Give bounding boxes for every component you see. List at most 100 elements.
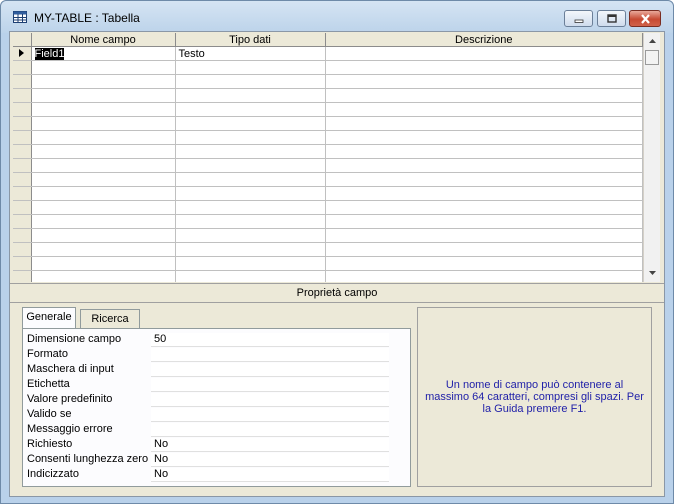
field-name-cell[interactable]: Field1 (31, 46, 176, 61)
row-selector[interactable] (13, 88, 32, 103)
table-row[interactable] (13, 186, 643, 201)
row-selector[interactable] (13, 200, 32, 215)
property-value-field[interactable] (151, 378, 389, 392)
property-value-field[interactable] (151, 393, 389, 407)
field-name-cell[interactable] (31, 158, 176, 173)
data-type-cell[interactable] (175, 102, 326, 117)
row-selector[interactable] (13, 46, 32, 61)
field-name-cell[interactable] (31, 60, 176, 75)
close-button[interactable] (629, 10, 661, 27)
description-cell[interactable] (325, 130, 643, 145)
description-cell[interactable] (325, 102, 643, 117)
row-selector[interactable] (13, 256, 32, 271)
description-cell[interactable] (325, 60, 643, 75)
table-row[interactable] (13, 172, 643, 187)
data-type-cell[interactable] (175, 74, 326, 89)
scroll-down-button[interactable] (644, 265, 660, 281)
description-cell[interactable] (325, 200, 643, 215)
table-row[interactable] (13, 214, 643, 229)
property-value-field[interactable]: 50 (151, 333, 389, 347)
column-header-field-name[interactable]: Nome campo (31, 33, 176, 47)
grid-vertical-scrollbar[interactable] (643, 33, 660, 282)
property-value-field[interactable] (151, 363, 389, 377)
data-type-cell[interactable] (175, 228, 326, 243)
field-name-cell[interactable] (31, 144, 176, 159)
table-row[interactable] (13, 144, 643, 159)
data-type-cell[interactable] (175, 214, 326, 229)
description-cell[interactable] (325, 116, 643, 131)
minimize-button[interactable] (564, 10, 593, 27)
description-cell[interactable] (325, 74, 643, 89)
data-type-cell[interactable] (175, 242, 326, 257)
data-type-cell[interactable] (175, 172, 326, 187)
description-cell[interactable] (325, 158, 643, 173)
table-row[interactable]: Field1 Testo (13, 46, 643, 61)
description-cell[interactable] (325, 228, 643, 243)
field-name-cell[interactable] (31, 102, 176, 117)
field-name-cell[interactable] (31, 200, 176, 215)
row-selector[interactable] (13, 74, 32, 89)
table-row[interactable] (13, 256, 643, 271)
table-row[interactable] (13, 200, 643, 215)
column-header-description[interactable]: Descrizione (325, 33, 643, 47)
data-type-cell[interactable] (175, 186, 326, 201)
data-type-cell[interactable] (175, 270, 326, 282)
field-name-cell[interactable] (31, 88, 176, 103)
table-row[interactable] (13, 228, 643, 243)
description-cell[interactable] (325, 144, 643, 159)
data-type-cell[interactable] (175, 144, 326, 159)
field-name-cell[interactable] (31, 116, 176, 131)
row-selector[interactable] (13, 186, 32, 201)
row-selector[interactable] (13, 270, 32, 282)
data-type-cell[interactable]: Testo (175, 46, 326, 61)
property-value-field[interactable]: No (151, 453, 389, 467)
description-cell[interactable] (325, 256, 643, 271)
scroll-thumb[interactable] (645, 50, 659, 65)
description-cell[interactable] (325, 46, 643, 61)
description-cell[interactable] (325, 214, 643, 229)
description-cell[interactable] (325, 186, 643, 201)
column-header-data-type[interactable]: Tipo dati (175, 33, 326, 47)
row-selector[interactable] (13, 102, 32, 117)
tab-ricerca[interactable]: Ricerca (80, 309, 140, 328)
scroll-up-button[interactable] (644, 33, 660, 49)
maximize-button[interactable] (597, 10, 626, 27)
row-selector[interactable] (13, 130, 32, 145)
title-bar[interactable]: MY-TABLE : Tabella (1, 1, 673, 33)
field-name-cell[interactable] (31, 172, 176, 187)
field-name-cell[interactable] (31, 186, 176, 201)
property-value-field[interactable] (151, 408, 389, 422)
field-name-cell[interactable] (31, 270, 176, 282)
data-type-cell[interactable] (175, 158, 326, 173)
row-selector[interactable] (13, 144, 32, 159)
description-cell[interactable] (325, 242, 643, 257)
description-cell[interactable] (325, 88, 643, 103)
row-selector[interactable] (13, 228, 32, 243)
table-row[interactable] (13, 130, 643, 145)
data-type-cell[interactable] (175, 60, 326, 75)
row-selector[interactable] (13, 172, 32, 187)
row-selector[interactable] (13, 60, 32, 75)
description-cell[interactable] (325, 270, 643, 282)
table-row[interactable] (13, 158, 643, 173)
table-row[interactable] (13, 270, 643, 282)
data-type-cell[interactable] (175, 130, 326, 145)
row-selector[interactable] (13, 158, 32, 173)
table-row[interactable] (13, 116, 643, 131)
data-type-cell[interactable] (175, 88, 326, 103)
table-row[interactable] (13, 242, 643, 257)
field-name-cell[interactable] (31, 256, 176, 271)
data-type-cell[interactable] (175, 200, 326, 215)
data-type-cell[interactable] (175, 256, 326, 271)
row-selector[interactable] (13, 116, 32, 131)
tab-generale[interactable]: Generale (22, 307, 76, 328)
row-selector[interactable] (13, 214, 32, 229)
property-value-field[interactable] (151, 423, 389, 437)
table-row[interactable] (13, 60, 643, 75)
table-row[interactable] (13, 102, 643, 117)
field-name-cell[interactable] (31, 214, 176, 229)
description-cell[interactable] (325, 172, 643, 187)
property-value-field[interactable]: No (151, 438, 389, 452)
property-value-field[interactable]: No (151, 468, 389, 482)
field-name-cell[interactable] (31, 242, 176, 257)
